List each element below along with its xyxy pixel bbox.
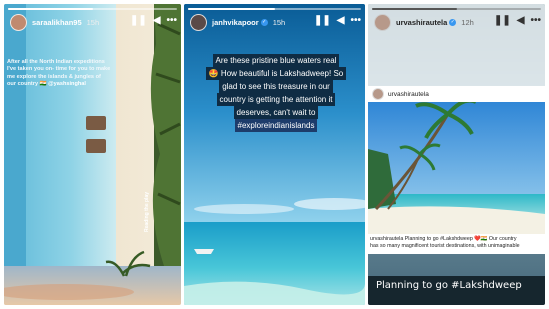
avatar[interactable] — [372, 88, 384, 100]
post-caption-line: has so many magnificent tourist destinat… — [370, 243, 520, 249]
mention-link[interactable]: @yashsinghal — [48, 81, 86, 87]
story-photo — [4, 4, 181, 305]
story-background — [368, 4, 545, 305]
story-username[interactable]: saraalikhan95 — [32, 18, 82, 27]
story-panel-janhvikapoor[interactable]: janhvikapoor ✓ 15h ❚❚ ◀ ••• Are these pr… — [184, 4, 365, 305]
verified-icon: ✓ — [449, 18, 457, 26]
story-progress-fill — [8, 8, 93, 10]
more-icon[interactable]: ••• — [166, 16, 177, 26]
avatar[interactable] — [374, 13, 391, 31]
repost-username[interactable]: urvashirautela — [388, 91, 429, 98]
hashtag-link[interactable]: #exploreindianislands — [234, 119, 318, 132]
post-caption-line: urvashirautela Planning to go #Lakshdwee… — [370, 236, 517, 242]
post-caption: urvashirautela Planning to go #Lakshdwee… — [368, 234, 545, 254]
story-sticker: Reading the play — [144, 191, 150, 232]
story-progress-bar — [188, 8, 361, 10]
caption-line: Are these pristine blue waters real — [212, 54, 340, 67]
verified-icon: ✓ — [260, 18, 268, 26]
more-icon[interactable]: ••• — [350, 16, 361, 26]
volume-icon[interactable]: ◀ — [517, 16, 525, 26]
volume-icon[interactable]: ◀ — [337, 16, 345, 26]
pause-icon[interactable]: ❚❚ — [130, 16, 147, 26]
caption-line: country is getting the attention it — [216, 93, 336, 106]
avatar[interactable] — [190, 13, 207, 31]
avatar[interactable] — [10, 13, 27, 31]
story-progress-bar — [8, 8, 177, 10]
story-time: 15h — [272, 17, 286, 27]
story-progress-bar — [372, 8, 541, 10]
volume-icon[interactable]: ◀ — [153, 16, 161, 26]
story-username[interactable]: urvashirautela — [396, 18, 447, 27]
story-username[interactable]: janhvikapoor — [212, 18, 259, 27]
story-progress-fill — [188, 8, 275, 10]
caption-line: deserves, can't wait to — [233, 106, 319, 119]
more-icon[interactable]: ••• — [530, 16, 541, 26]
caption-line: 🤩 How beautiful is Lakshadweep! So — [205, 67, 347, 80]
story-time: 12h — [461, 17, 474, 27]
caption-line: glad to see this treasure in our — [219, 80, 333, 93]
story-panel-saraalikhan[interactable]: saraalikhan95 15h ❚❚ ◀ ••• After all the… — [4, 4, 181, 305]
banner-text: Planning to go #Lakshdweep — [376, 280, 522, 291]
story-panel-urvashirautela[interactable]: urvashirautela ✓ 12h ❚❚ ◀ ••• urvashirau… — [368, 4, 545, 305]
story-caption: Are these pristine blue waters real 🤩 Ho… — [202, 54, 350, 132]
repost-header: urvashirautela — [368, 86, 545, 102]
pause-icon[interactable]: ❚❚ — [314, 16, 331, 26]
pause-icon[interactable]: ❚❚ — [494, 16, 511, 26]
story-progress-fill — [372, 8, 457, 10]
story-time: 15h — [86, 17, 100, 27]
story-photo — [184, 4, 365, 305]
story-caption: After all the North Indian expeditions I… — [7, 59, 111, 89]
